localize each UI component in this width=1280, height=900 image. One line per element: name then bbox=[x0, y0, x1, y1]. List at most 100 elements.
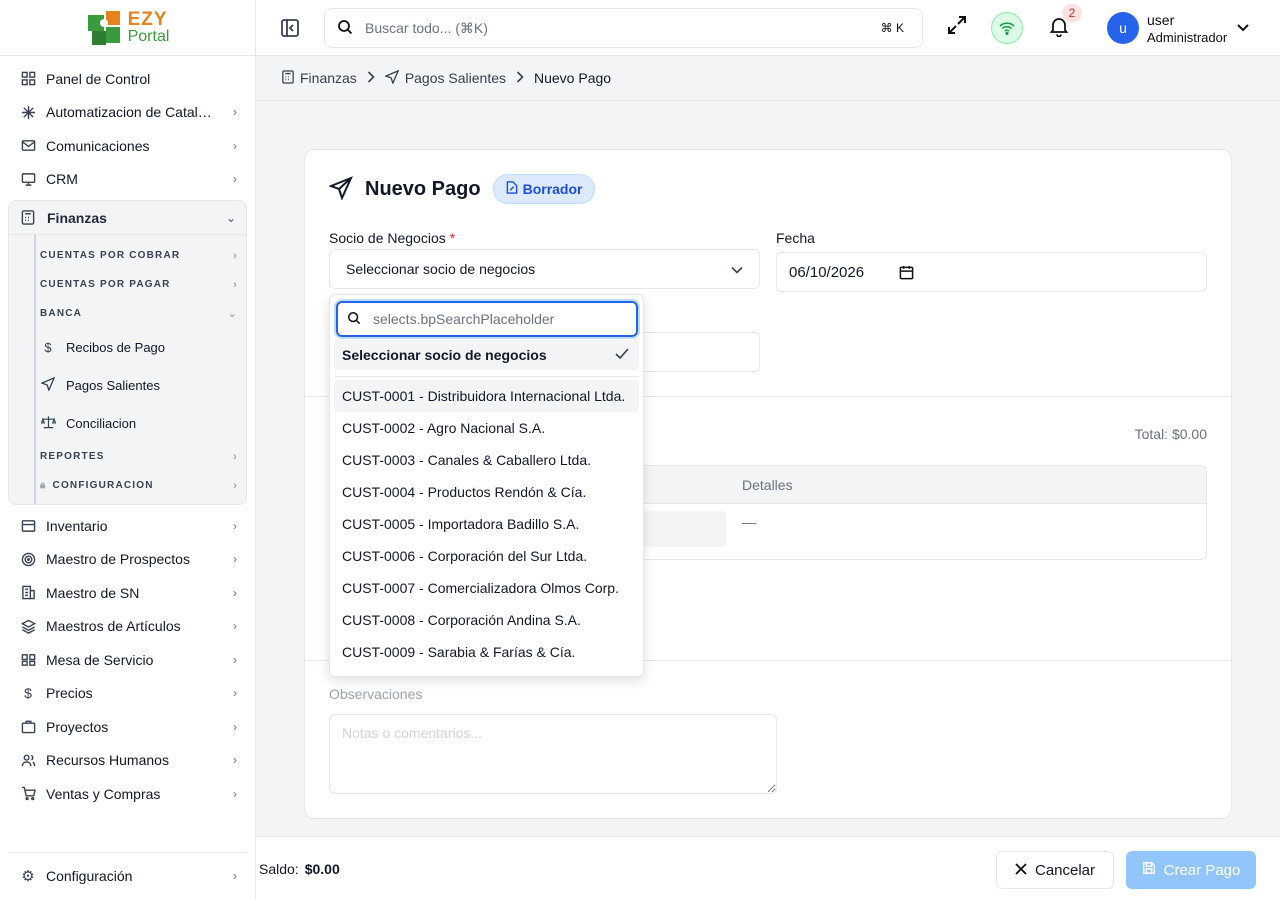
status-badge: Borrador bbox=[492, 174, 596, 204]
column-header-details: Detalles bbox=[742, 477, 793, 493]
global-search[interactable]: ⌘ K bbox=[324, 8, 923, 48]
dropdown-option[interactable]: CUST-0005 - Importadora Badillo S.A. bbox=[334, 508, 639, 540]
close-icon bbox=[1015, 862, 1027, 879]
dropdown-option[interactable]: CUST-0007 - Comercializadora Olmos Corp. bbox=[334, 572, 639, 604]
sidebar-item-rrhh[interactable]: Recursos Humanos › bbox=[8, 744, 247, 778]
expand-icon[interactable] bbox=[946, 14, 968, 39]
section-cuentas-cobrar[interactable]: CUENTAS POR COBRAR › bbox=[36, 241, 246, 270]
dropdown-option-placeholder[interactable]: Seleccionar socio de negocios bbox=[334, 340, 639, 370]
chevron-down-icon: ⌄ bbox=[225, 210, 236, 225]
sidebar-item-inventario[interactable]: Inventario › bbox=[8, 509, 247, 543]
check-icon bbox=[615, 347, 629, 363]
monitor-icon bbox=[20, 171, 36, 187]
chevron-down-icon[interactable] bbox=[1236, 20, 1250, 37]
partner-label-text: Socio de Negocios bbox=[329, 230, 446, 246]
sidebar-item-pagos-salientes[interactable]: Pagos Salientes bbox=[36, 366, 246, 404]
create-payment-button[interactable]: Crear Pago bbox=[1126, 851, 1256, 889]
section-label: BANCA bbox=[40, 308, 83, 319]
sidebar-item-label: Recibos de Pago bbox=[66, 339, 166, 355]
notification-badge: 2 bbox=[1062, 4, 1082, 22]
partner-search-input[interactable] bbox=[373, 311, 623, 327]
chevron-right-icon: › bbox=[233, 172, 237, 187]
sidebar-item-conciliacion[interactable]: Conciliacion bbox=[36, 404, 246, 442]
sidebar-item-precios[interactable]: $ Precios › bbox=[8, 677, 247, 711]
box-icon bbox=[20, 518, 36, 534]
dropdown-option[interactable]: CUST-0004 - Productos Rendón & Cía. bbox=[334, 476, 639, 508]
section-banca[interactable]: BANCA ⌄ bbox=[36, 299, 246, 328]
observations-field[interactable] bbox=[329, 714, 777, 794]
sidebar: EZY Portal Panel de Control Automatizaci… bbox=[0, 0, 256, 900]
chevron-right-icon bbox=[516, 70, 524, 86]
chevron-right-icon: › bbox=[233, 278, 238, 291]
calculator-icon bbox=[21, 210, 37, 225]
sidebar-item-label: Ventas y Compras bbox=[46, 785, 161, 802]
partner-select[interactable]: Seleccionar socio de negocios bbox=[329, 249, 760, 289]
required-mark: * bbox=[449, 230, 456, 246]
user-name[interactable]: user bbox=[1147, 12, 1174, 28]
form-footer: Saldo: $0.00 Cancelar Crear Pago bbox=[256, 836, 1280, 900]
sidebar-item-articulos[interactable]: Maestros de Artículos › bbox=[8, 610, 247, 644]
date-input[interactable]: 06/10/2026 bbox=[776, 252, 1207, 292]
chevron-right-icon: › bbox=[233, 619, 237, 634]
chevron-right-icon: › bbox=[233, 450, 238, 463]
wifi-icon[interactable] bbox=[991, 12, 1023, 44]
finanzas-submenu: CUENTAS POR COBRAR › CUENTAS POR PAGAR › B… bbox=[34, 235, 246, 504]
avatar[interactable]: u bbox=[1107, 12, 1139, 44]
date-value: 06/10/2026 bbox=[789, 263, 865, 281]
file-icon bbox=[506, 181, 518, 197]
sidebar-item-finanzas[interactable]: Finanzas ⌄ bbox=[9, 201, 246, 235]
cancel-button[interactable]: Cancelar bbox=[996, 851, 1114, 889]
chevron-right-icon: › bbox=[233, 652, 237, 667]
section-reportes[interactable]: REPORTES › bbox=[36, 442, 246, 471]
sidebar-item-crm[interactable]: CRM › bbox=[8, 163, 247, 197]
status-label: Borrador bbox=[522, 181, 583, 197]
calculator-icon bbox=[282, 69, 294, 87]
chevron-down-icon: ⌄ bbox=[227, 308, 238, 320]
sidebar-item-automatizacion[interactable]: Automatizacion de Catalogo › bbox=[8, 96, 247, 130]
form-header: Nuevo Pago Borrador bbox=[328, 174, 596, 204]
dropdown-option[interactable]: CUST-0009 - Sarabia & Farías & Cía. bbox=[334, 636, 639, 668]
chevron-right-icon: › bbox=[233, 138, 237, 153]
search-input[interactable] bbox=[365, 20, 845, 36]
breadcrumb-finanzas[interactable]: Finanzas bbox=[282, 69, 357, 87]
section-label: CUENTAS POR COBRAR bbox=[40, 250, 181, 261]
sparkle-icon bbox=[20, 104, 36, 120]
sidebar-item-comunicaciones[interactable]: Comunicaciones › bbox=[8, 129, 247, 163]
sidebar-item-maestro-sn[interactable]: Maestro de SN › bbox=[8, 576, 247, 610]
puzzle-logo-icon bbox=[87, 10, 120, 45]
send-icon bbox=[383, 69, 400, 87]
dollar-icon: $ bbox=[44, 339, 52, 355]
sidebar-item-proyectos[interactable]: Proyectos › bbox=[8, 710, 247, 744]
section-configuracion[interactable]: 🔒︎ CONFIGURACION › bbox=[36, 471, 246, 500]
dropdown-option[interactable]: CUST-0001 - Distribuidora Internacional … bbox=[334, 380, 639, 412]
partner-search[interactable] bbox=[336, 301, 638, 337]
breadcrumb-pagos-salientes[interactable]: Pagos Salientes bbox=[383, 69, 506, 87]
section-cuentas-pagar[interactable]: CUENTAS POR PAGAR › bbox=[36, 270, 246, 299]
logo[interactable]: EZY Portal bbox=[0, 0, 255, 56]
section-label: REPORTES bbox=[40, 451, 105, 462]
calendar-icon[interactable] bbox=[899, 265, 914, 284]
sidebar-item-label: Automatizacion de Catalogo bbox=[46, 104, 214, 121]
user-role: Administrador bbox=[1147, 30, 1228, 45]
page-title: Nuevo Pago bbox=[365, 177, 481, 200]
chevron-right-icon: › bbox=[233, 719, 237, 734]
mail-icon bbox=[20, 138, 36, 154]
dropdown-option[interactable]: CUST-0006 - Corporación del Sur Ltda. bbox=[334, 540, 639, 572]
option-label: Seleccionar socio de negocios bbox=[342, 347, 547, 363]
sidebar-item-panel[interactable]: Panel de Control bbox=[8, 62, 247, 96]
sidebar-item-label: Configuración bbox=[46, 867, 133, 884]
sidebar-item-prospectos[interactable]: Maestro de Prospectos › bbox=[8, 543, 247, 577]
sidebar-item-mesa-servicio[interactable]: Mesa de Servicio › bbox=[8, 643, 247, 677]
chevron-right-icon: › bbox=[233, 249, 238, 262]
sidebar-toggle-icon[interactable] bbox=[280, 18, 300, 41]
sidebar-item-recibos[interactable]: $ Recibos de Pago bbox=[36, 328, 246, 366]
dropdown-option[interactable]: CUST-0002 - Agro Nacional S.A. bbox=[334, 412, 639, 444]
dropdown-option[interactable]: CUST-0008 - Corporación Andina S.A. bbox=[334, 604, 639, 636]
sidebar-item-label: Mesa de Servicio bbox=[46, 651, 154, 668]
dropdown-option[interactable]: CUST-0003 - Canales & Caballero Ltda. bbox=[334, 444, 639, 476]
sidebar-item-configuracion[interactable]: ⚙︎ Configuración › bbox=[8, 859, 247, 893]
sidebar-item-label: Conciliacion bbox=[66, 415, 137, 431]
sidebar-item-ventas[interactable]: Ventas y Compras › bbox=[8, 777, 247, 811]
logo-ezy-text: EZY bbox=[127, 9, 168, 30]
balance-label: Saldo: bbox=[259, 861, 299, 877]
